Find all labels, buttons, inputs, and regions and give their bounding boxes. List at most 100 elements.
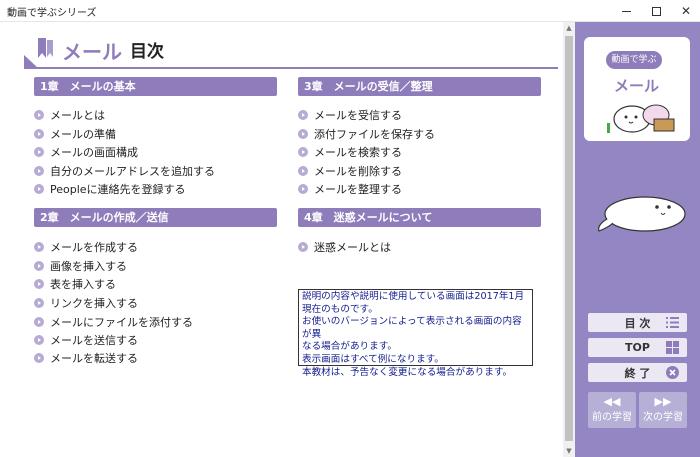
bullet-arrow-icon bbox=[298, 242, 308, 252]
next-lesson-label: 次の学習 bbox=[643, 412, 683, 423]
chapter-2-item-2[interactable]: 画像を挿入する bbox=[34, 258, 127, 274]
maximize-icon bbox=[651, 6, 661, 16]
bullet-arrow-icon bbox=[34, 317, 44, 327]
item-label: メールを送信する bbox=[50, 334, 138, 347]
notice-line: 現在のものです。 bbox=[302, 303, 378, 315]
chapter-3-item-2[interactable]: 添付ファイルを保存する bbox=[298, 126, 435, 142]
exit-button[interactable]: 終 了 bbox=[588, 363, 687, 382]
chapter-1-item-4[interactable]: 自分のメールアドレスを追加する bbox=[34, 163, 215, 179]
bullet-arrow-icon bbox=[34, 298, 44, 308]
exit-button-label: 終 了 bbox=[624, 366, 651, 380]
item-label: 添付ファイルを保存する bbox=[314, 128, 435, 141]
item-label: メールの準備 bbox=[50, 128, 116, 141]
windows-logo-icon bbox=[666, 341, 679, 354]
item-label: メールを作成する bbox=[50, 241, 138, 254]
close-circle-icon bbox=[666, 366, 679, 379]
chapter-2-item-7[interactable]: メールを転送する bbox=[34, 350, 138, 366]
header-underline bbox=[24, 67, 558, 69]
chapter-3-header: 3章 メールの受信／整理 bbox=[298, 77, 541, 96]
page-header: メール 目次 bbox=[24, 34, 558, 69]
bullet-arrow-icon bbox=[298, 166, 308, 176]
scroll-up-icon[interactable]: ▲ bbox=[563, 22, 575, 34]
mascot-with-laptop-icon bbox=[607, 104, 675, 133]
prev-lesson-button[interactable]: ◀◀ 前の学習 bbox=[588, 392, 636, 428]
bookmark-icon bbox=[38, 38, 53, 58]
toc-button[interactable]: 目 次 bbox=[588, 313, 687, 332]
chapter-4-header: 4章 迷惑メールについて bbox=[298, 208, 541, 227]
chapter-1-item-5[interactable]: Peopleに連絡先を登録する bbox=[34, 181, 186, 197]
bullet-arrow-icon bbox=[34, 242, 44, 252]
notice-line: 表示画面はすべて例になります。 bbox=[302, 353, 444, 365]
item-label: メールを検索する bbox=[314, 146, 402, 159]
bullet-arrow-icon bbox=[298, 184, 308, 194]
item-label: メールの画面構成 bbox=[50, 146, 138, 159]
maximize-button[interactable] bbox=[641, 0, 671, 22]
close-button[interactable]: ✕ bbox=[671, 0, 700, 22]
chapter-2-item-3[interactable]: 表を挿入する bbox=[34, 276, 116, 292]
sidebar: 動画で学ぶ メール 目 次 TOP 終 了 ◀◀ 前の学習 ▶▶ 次の学習 bbox=[575, 22, 700, 457]
item-label: メールとは bbox=[50, 109, 105, 122]
item-label: メールを転送する bbox=[50, 352, 138, 365]
chapter-2-item-4[interactable]: リンクを挿入する bbox=[34, 295, 138, 311]
window-title: 動画で学ぶシリーズ bbox=[7, 8, 97, 19]
disclaimer-notice: 説明の内容や説明に使用している画面は2017年1月 現在のものです。 お使いのバ… bbox=[298, 289, 533, 378]
list-icon bbox=[666, 317, 679, 328]
scroll-thumb[interactable] bbox=[565, 36, 573, 441]
bullet-arrow-icon bbox=[34, 353, 44, 363]
bullet-arrow-icon bbox=[34, 261, 44, 271]
item-label: 自分のメールアドレスを追加する bbox=[50, 165, 215, 178]
header-section: メール bbox=[62, 40, 122, 64]
chapter-1-item-1[interactable]: メールとは bbox=[34, 107, 105, 123]
notice-line: お使いのバージョンによって表示される画面の内容が異 bbox=[302, 316, 522, 340]
chapter-2-header: 2章 メールの作成／送信 bbox=[34, 208, 277, 227]
top-button[interactable]: TOP bbox=[588, 338, 687, 357]
item-label: メールを削除する bbox=[314, 165, 402, 178]
item-label: Peopleに連絡先を登録する bbox=[50, 183, 186, 196]
chapter-3-item-1[interactable]: メールを受信する bbox=[298, 107, 402, 123]
bullet-arrow-icon bbox=[34, 147, 44, 157]
chapter-2-item-5[interactable]: メールにファイルを添付する bbox=[34, 314, 193, 330]
chapter-2-item-6[interactable]: メールを送信する bbox=[34, 332, 138, 348]
fast-forward-icon: ▶▶ bbox=[654, 395, 672, 408]
item-label: 表を挿入する bbox=[50, 278, 116, 291]
scroll-down-icon[interactable]: ▼ bbox=[563, 445, 575, 457]
chapter-1-header: 1章 メールの基本 bbox=[34, 77, 277, 96]
vertical-scrollbar[interactable]: ▲ ▼ bbox=[563, 22, 575, 457]
chapter-3-item-5[interactable]: メールを整理する bbox=[298, 181, 402, 197]
notice-line: 本教材は、予告なく変更になる場合があります。 bbox=[302, 366, 513, 378]
bullet-arrow-icon bbox=[34, 279, 44, 289]
close-icon: ✕ bbox=[680, 4, 692, 18]
next-lesson-button[interactable]: ▶▶ 次の学習 bbox=[639, 392, 687, 428]
chapter-1-item-2[interactable]: メールの準備 bbox=[34, 126, 116, 142]
prev-lesson-label: 前の学習 bbox=[592, 412, 632, 423]
item-label: メールを受信する bbox=[314, 109, 402, 122]
item-label: メールを整理する bbox=[314, 183, 402, 196]
mascot-seal-icon bbox=[598, 196, 686, 232]
chapter-4-item-1[interactable]: 迷惑メールとは bbox=[298, 239, 391, 255]
rewind-icon: ◀◀ bbox=[603, 395, 621, 408]
bullet-arrow-icon bbox=[34, 129, 44, 139]
page-title: 目次 bbox=[130, 42, 164, 62]
chapter-3-item-3[interactable]: メールを検索する bbox=[298, 144, 402, 160]
bullet-arrow-icon bbox=[298, 129, 308, 139]
logo-bubble: 動画で学ぶ bbox=[606, 51, 662, 69]
minimize-button[interactable] bbox=[611, 0, 641, 22]
bullet-arrow-icon bbox=[34, 184, 44, 194]
item-label: メールにファイルを添付する bbox=[50, 316, 193, 329]
course-logo: 動画で学ぶ メール bbox=[584, 37, 690, 141]
main-content: メール 目次 1章 メールの基本 メールとは メールの準備 メールの画面構成 自… bbox=[0, 22, 563, 457]
bullet-arrow-icon bbox=[298, 147, 308, 157]
item-label: リンクを挿入する bbox=[50, 297, 138, 310]
top-button-label: TOP bbox=[625, 341, 650, 354]
toc-button-label: 目 次 bbox=[624, 316, 651, 330]
bullet-arrow-icon bbox=[298, 110, 308, 120]
item-label: 画像を挿入する bbox=[50, 260, 127, 273]
chapter-2-item-1[interactable]: メールを作成する bbox=[34, 239, 138, 255]
item-label: 迷惑メールとは bbox=[314, 241, 391, 254]
notice-line: なる場合があります。 bbox=[302, 341, 397, 353]
chapter-1-item-3[interactable]: メールの画面構成 bbox=[34, 144, 138, 160]
minimize-icon bbox=[621, 10, 631, 12]
title-bar: 動画で学ぶシリーズ ✕ bbox=[0, 0, 700, 22]
chapter-3-item-4[interactable]: メールを削除する bbox=[298, 163, 402, 179]
bullet-arrow-icon bbox=[34, 110, 44, 120]
